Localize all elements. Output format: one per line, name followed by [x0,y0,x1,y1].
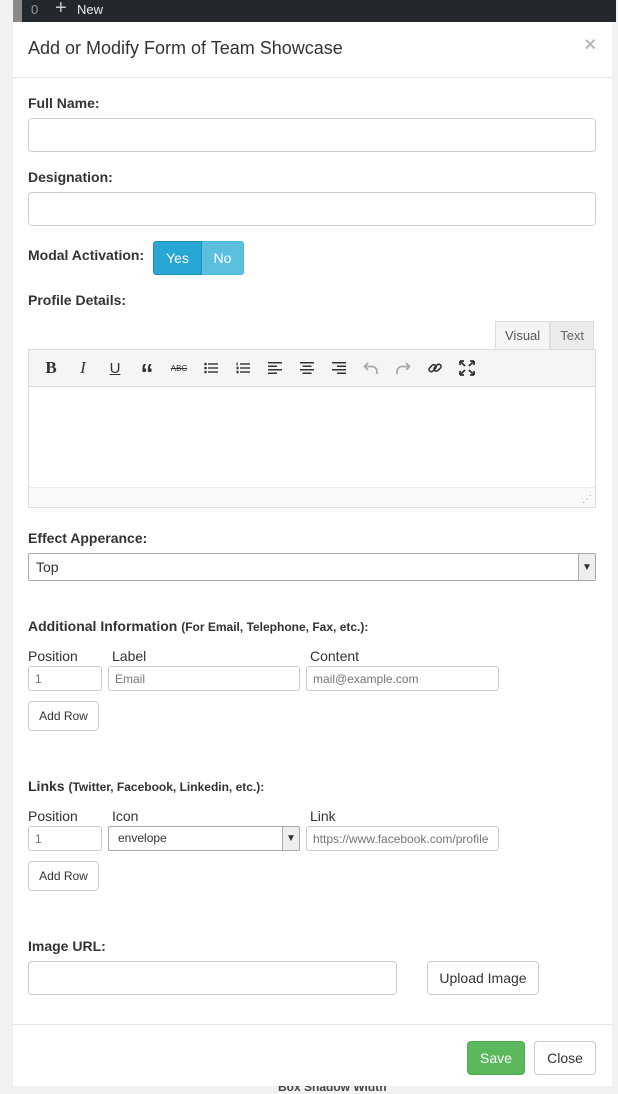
blockquote-icon[interactable]: “ [131,353,163,388]
editor-content-area[interactable] [29,387,595,487]
profile-details-editor: B I U “ ABC ⋰ [28,349,596,508]
italic-icon[interactable]: I [67,353,99,383]
align-right-icon[interactable] [323,353,355,383]
admin-toolbar: 0 + New [22,0,616,22]
close-icon[interactable]: × [584,34,596,57]
image-url-input[interactable] [28,961,397,995]
close-button[interactable]: Close [534,1041,596,1075]
align-center-icon[interactable] [291,353,323,383]
designation-label: Designation: [28,169,113,185]
team-showcase-modal: Add or Modify Form of Team Showcase × Fu… [13,22,612,1086]
new-link[interactable]: New [77,2,103,17]
additional-content-input[interactable] [306,666,499,691]
toggle-yes[interactable]: Yes [153,241,202,275]
chevron-down-icon[interactable]: ▼ [282,827,299,850]
additional-col-label: Label [112,648,147,664]
full-name-label: Full Name: [28,95,100,111]
links-hint: (Twitter, Facebook, Linkedin, etc.): [68,780,265,794]
modal-footer: Save Close [13,1024,612,1086]
image-url-label: Image URL: [28,938,106,954]
tab-text[interactable]: Text [550,321,595,349]
strikethrough-icon[interactable]: ABC [163,353,195,383]
tab-visual[interactable]: Visual [495,321,551,349]
fullscreen-icon[interactable] [451,353,483,383]
comment-count[interactable]: 0 [31,2,38,17]
profile-details-label: Profile Details: [28,292,127,308]
links-url-input[interactable] [306,826,499,851]
additional-info-title: Additional Information [28,618,178,634]
additional-position-input[interactable] [28,666,102,691]
links-icon-selected-value: envelope [118,831,167,845]
modal-activation-label: Modal Activation: [28,247,145,263]
additional-info-label: Additional Information (For Email, Telep… [28,618,368,634]
links-col-link: Link [310,808,336,824]
links-col-position: Position [28,808,78,824]
full-name-input[interactable] [28,118,596,152]
effect-select[interactable]: Top ▼ [28,553,596,581]
additional-col-content: Content [310,648,360,664]
additional-add-row-button[interactable]: Add Row [28,701,99,731]
redo-icon[interactable] [387,353,419,383]
numbered-list-icon[interactable] [227,353,259,383]
effect-selected-value: Top [36,559,59,575]
links-position-input[interactable] [28,826,102,851]
bold-icon[interactable]: B [35,353,67,383]
editor-tabs: Visual Text [495,321,595,349]
undo-icon[interactable] [355,353,387,383]
editor-statusbar: ⋰ [29,487,595,507]
bullet-list-icon[interactable] [195,353,227,383]
additional-info-hint: (For Email, Telephone, Fax, etc.): [181,620,369,634]
designation-input[interactable] [28,192,596,226]
align-left-icon[interactable] [259,353,291,383]
upload-image-button[interactable]: Upload Image [427,961,539,995]
effect-label: Effect Apperance: [28,530,148,546]
underline-icon[interactable]: U [99,353,131,383]
plus-icon[interactable]: + [55,0,67,20]
background-left-edge [0,0,13,1094]
modal-activation-toggle[interactable]: Yes No [153,241,244,275]
links-icon-select[interactable]: envelope ▼ [108,826,300,851]
links-title: Links [28,778,65,794]
editor-toolbar: B I U “ ABC [29,350,595,388]
modal-title: Add or Modify Form of Team Showcase [28,38,343,58]
additional-col-position: Position [28,648,78,664]
links-add-row-button[interactable]: Add Row [28,861,99,891]
links-label: Links (Twitter, Facebook, Linkedin, etc.… [28,778,264,794]
additional-label-input[interactable] [108,666,300,691]
link-icon[interactable] [419,353,451,383]
modal-header: Add or Modify Form of Team Showcase × [13,22,612,78]
save-button[interactable]: Save [467,1041,525,1075]
links-col-icon: Icon [112,808,139,824]
chevron-down-icon[interactable]: ▼ [578,554,595,580]
resize-handle-icon[interactable]: ⋰ [582,494,592,505]
toggle-no[interactable]: No [202,241,244,275]
